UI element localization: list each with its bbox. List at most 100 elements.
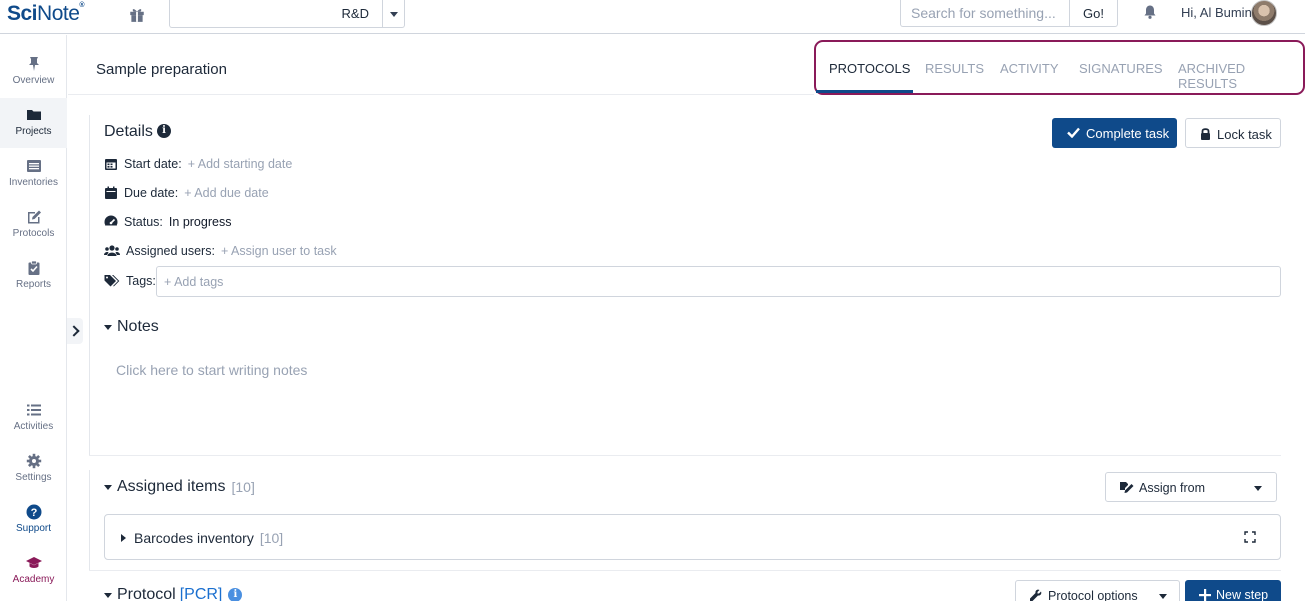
caret-down-icon xyxy=(104,592,112,598)
sidebar-item-label: Support xyxy=(15,523,52,534)
assign-user-link[interactable]: + Assign user to task xyxy=(221,244,337,258)
assigned-items-heading: Assigned items xyxy=(117,478,226,495)
sidebar-item-projects[interactable]: Projects xyxy=(0,98,67,148)
due-date-row: Due date: + Add due date xyxy=(104,186,269,200)
wrench-icon xyxy=(1030,589,1042,601)
assigned-items-count: [10] xyxy=(231,479,255,495)
new-step-label: New step xyxy=(1216,588,1269,601)
sidebar-item-label: Protocols xyxy=(12,228,55,239)
list-icon xyxy=(26,404,41,416)
section-divider xyxy=(89,455,1281,456)
protocol-options-label: Protocol options xyxy=(1048,589,1138,601)
tab-protocols[interactable]: PROTOCOLS xyxy=(829,61,910,76)
sidebar-item-activities[interactable]: Activities xyxy=(0,393,67,443)
sidebar-item-inventories[interactable]: Inventories xyxy=(0,149,67,199)
chevron-down-icon xyxy=(1254,486,1262,491)
complete-task-label: Complete task xyxy=(1086,126,1170,141)
plus-icon xyxy=(1199,589,1211,601)
sidebar-item-label: Overview xyxy=(12,75,55,86)
protocol-options-dropdown[interactable]: Protocol options xyxy=(1015,580,1180,601)
sidebar-item-label: Inventories xyxy=(9,177,58,188)
lock-task-label: Lock task xyxy=(1217,127,1272,142)
question-icon: ? xyxy=(26,504,41,520)
top-bar: SciNote® R&D Go! Hi, Al Bumin xyxy=(0,0,1305,34)
assign-from-dropdown[interactable]: Assign from xyxy=(1105,472,1277,502)
folder-icon xyxy=(26,110,41,120)
details-heading: Details xyxy=(104,123,153,140)
expand-icon[interactable] xyxy=(1244,531,1256,543)
inventory-count: [10] xyxy=(259,530,284,546)
section-divider xyxy=(89,570,1281,571)
start-date-row: Start date: + Add starting date xyxy=(104,157,292,171)
sidebar-item-support[interactable]: ? Support xyxy=(0,495,67,545)
complete-task-button[interactable]: Complete task xyxy=(1052,118,1177,148)
status-label: Status: xyxy=(124,215,163,229)
sidebar-item-academy[interactable]: Academy xyxy=(0,546,67,596)
tab-results[interactable]: RESULTS xyxy=(925,61,984,76)
sidebar-item-overview[interactable]: Overview xyxy=(0,47,67,97)
gift-icon[interactable] xyxy=(128,5,146,23)
avatar[interactable] xyxy=(1251,0,1277,26)
tags-row: Tags: xyxy=(104,274,156,288)
logo-registered-mark: ® xyxy=(79,2,85,9)
team-select[interactable]: R&D xyxy=(169,0,405,28)
status-value[interactable]: In progress xyxy=(169,215,232,229)
list-box-icon xyxy=(26,160,41,172)
notes-editor[interactable]: Click here to start writing notes xyxy=(116,362,307,378)
page-title: Sample preparation xyxy=(96,61,227,78)
status-row: Status: In progress xyxy=(104,215,231,229)
search-input[interactable] xyxy=(900,0,1070,27)
inventory-row[interactable]: Barcodes inventory [10] xyxy=(104,514,1281,560)
caret-down-icon xyxy=(104,324,112,330)
new-step-button[interactable]: New step xyxy=(1185,580,1281,601)
notes-section-header[interactable]: Notes xyxy=(104,318,159,336)
caret-down-icon xyxy=(104,484,112,490)
chevron-down-icon[interactable] xyxy=(382,0,404,27)
edit-icon xyxy=(27,210,41,224)
calendar-icon xyxy=(105,159,117,170)
protocol-tag[interactable]: [PCR] xyxy=(180,586,223,601)
protocol-section-header[interactable]: Protocol [PCR] i xyxy=(104,586,243,601)
sidebar-item-label: Activities xyxy=(13,421,54,432)
sidebar-item-label: Projects xyxy=(15,126,52,137)
info-icon[interactable]: i xyxy=(157,124,171,138)
chevron-down-icon xyxy=(1159,594,1167,599)
gear-icon xyxy=(26,453,41,469)
bell-icon[interactable] xyxy=(1142,4,1158,20)
users-icon xyxy=(104,245,120,256)
add-due-date-link[interactable]: + Add due date xyxy=(184,186,268,200)
add-start-date-link[interactable]: + Add starting date xyxy=(188,157,293,171)
sidebar-item-label: Settings xyxy=(15,472,52,483)
search-go-button[interactable]: Go! xyxy=(1069,0,1118,27)
assign-edit-icon xyxy=(1120,482,1134,493)
due-date-label: Due date: xyxy=(124,186,179,200)
sidebar-item-reports[interactable]: Reports xyxy=(0,251,67,301)
section-rail xyxy=(89,115,90,455)
assigned-users-label: Assigned users: xyxy=(126,244,215,258)
header-divider xyxy=(68,94,814,95)
tab-archived-results[interactable]: ARCHIVED RESULTS xyxy=(1178,61,1305,91)
user-greeting[interactable]: Hi, Al Bumin xyxy=(1181,5,1252,20)
sidebar-toggle-chevron-icon[interactable] xyxy=(67,318,83,344)
svg-text:?: ? xyxy=(30,507,37,519)
lock-task-button[interactable]: Lock task xyxy=(1185,118,1281,148)
pin-icon xyxy=(28,57,39,71)
sidebar-item-protocols[interactable]: Protocols xyxy=(0,200,67,250)
tab-activity[interactable]: ACTIVITY xyxy=(1000,61,1059,76)
tab-signatures[interactable]: SIGNATURES xyxy=(1079,61,1163,76)
tags-icon xyxy=(104,275,120,287)
logo-note-text: Note xyxy=(37,2,80,25)
inventory-name: Barcodes inventory xyxy=(134,530,254,546)
sidebar-item-settings[interactable]: Settings xyxy=(0,444,67,494)
assigned-users-row: Assigned users: + Assign user to task xyxy=(104,244,337,258)
start-date-label: Start date: xyxy=(124,157,182,171)
notes-heading: Notes xyxy=(117,318,159,335)
info-icon[interactable]: i xyxy=(228,588,243,601)
assigned-items-header[interactable]: Assigned items [10] xyxy=(104,478,255,496)
sidebar: Overview Projects Inventories Protocols … xyxy=(0,35,67,601)
calendar-due-icon xyxy=(105,186,117,199)
clipboard-icon xyxy=(28,260,39,275)
tags-input[interactable]: + Add tags xyxy=(156,266,1281,297)
sidebar-item-label: Academy xyxy=(12,574,55,585)
scinote-logo[interactable]: SciNote® xyxy=(7,2,85,26)
